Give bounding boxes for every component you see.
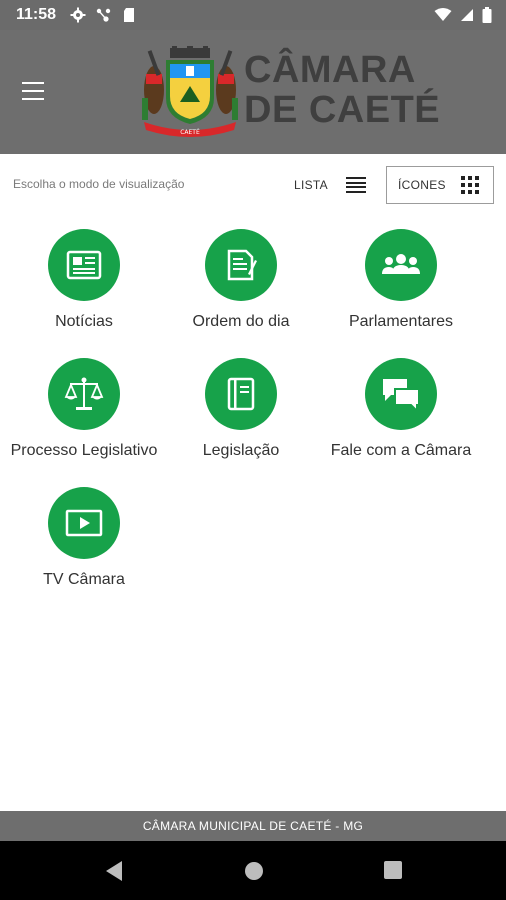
menu-item-legislacao[interactable]: Legislação <box>157 345 325 465</box>
menu-item-ordem-do-dia[interactable]: Ordem do dia <box>157 216 325 336</box>
wifi-icon <box>434 8 452 22</box>
recent-apps-icon[interactable] <box>383 860 403 885</box>
menu-item-fale-com-a-camara[interactable]: Fale com a Câmara <box>317 345 485 465</box>
menu-item-circle <box>48 229 120 301</box>
signal-icon <box>460 8 474 22</box>
menu-item-label: Processo Legislativo <box>10 442 158 459</box>
book-icon <box>227 377 255 411</box>
menu-item-circle <box>205 358 277 430</box>
view-mode-label: Escolha o modo de visualização <box>13 177 185 191</box>
list-view-label: LISTA <box>294 178 328 192</box>
document-edit-icon <box>227 249 257 281</box>
menu-item-label: Fale com a Câmara <box>330 442 472 459</box>
app-title-line2: DE CAETÉ <box>244 89 441 131</box>
status-time: 11:58 <box>16 6 57 23</box>
app-header: CAETÉ CÂMARA DE CAETÉ <box>0 30 506 154</box>
view-mode-toolbar: Escolha o modo de visualização LISTA ÍCO… <box>0 154 506 216</box>
people-group-icon <box>382 254 420 274</box>
menu-item-label: Legislação <box>202 442 280 459</box>
grid-dots-icon <box>461 176 479 194</box>
system-navigation-bar <box>0 841 506 900</box>
scales-icon <box>64 377 104 410</box>
icons-view-label: ÍCONES <box>398 178 446 192</box>
menu-item-noticias[interactable]: Notícias <box>0 216 168 336</box>
home-icon[interactable] <box>243 860 265 887</box>
footer-bar: CÂMARA MUNICIPAL DE CAETÉ - MG <box>0 811 506 841</box>
app-title-line1: CÂMARA <box>244 49 416 91</box>
menu-item-tv-camara[interactable]: TV Câmara <box>0 474 168 594</box>
menu-item-circle <box>48 487 120 559</box>
icons-view-button[interactable]: ÍCONES <box>386 166 494 204</box>
menu-item-label: Parlamentares <box>348 313 454 330</box>
hamburger-icon[interactable] <box>20 78 46 104</box>
status-icons-right <box>434 7 492 23</box>
list-lines-icon <box>345 177 366 193</box>
list-view-button[interactable]: LISTA <box>294 170 366 200</box>
menu-item-processo-legislativo[interactable]: Processo Legislativo <box>0 345 168 465</box>
status-icons-left <box>70 7 136 23</box>
menu-item-circle <box>365 358 437 430</box>
footer-text: CÂMARA MUNICIPAL DE CAETÉ - MG <box>142 819 364 833</box>
gear-icon <box>70 7 86 23</box>
menu-item-label: TV Câmara <box>43 571 125 588</box>
back-icon[interactable] <box>104 860 124 887</box>
coat-of-arms-logo: CAETÉ <box>136 46 244 138</box>
newspaper-icon <box>66 250 102 280</box>
menu-item-circle <box>365 229 437 301</box>
menu-item-label: Notícias <box>55 313 113 330</box>
sd-card-icon <box>122 7 136 23</box>
battery-icon <box>482 7 492 23</box>
status-bar: 11:58 <box>0 0 506 30</box>
menu-item-circle <box>48 358 120 430</box>
chat-bubbles-icon <box>383 379 420 411</box>
emblem-motto: CAETÉ <box>180 128 200 136</box>
menu-item-parlamentares[interactable]: Parlamentares <box>317 216 485 336</box>
menu-item-label: Ordem do dia <box>192 313 290 330</box>
app-title: CÂMARA DE CAETÉ <box>244 50 440 130</box>
menu-item-circle <box>205 229 277 301</box>
video-play-icon <box>65 509 103 537</box>
network-icon <box>96 7 112 23</box>
